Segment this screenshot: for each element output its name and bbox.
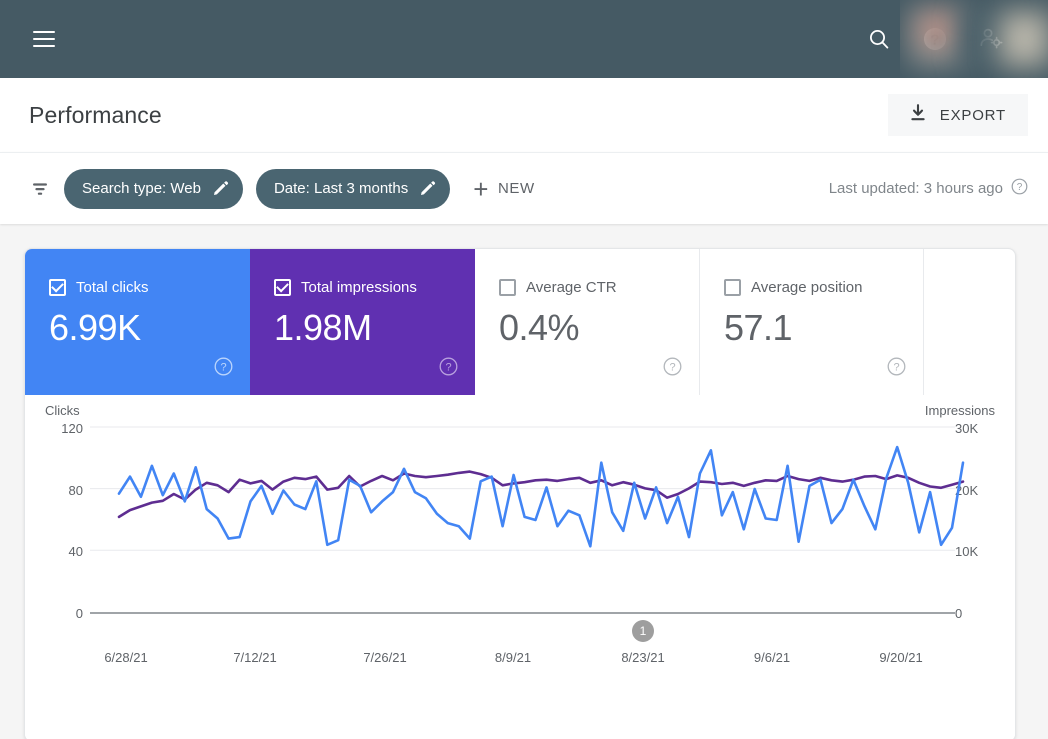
metric-head: Total impressions (274, 279, 475, 296)
metric-tile-average-ctr[interactable]: Average CTR 0.4% ? (475, 249, 700, 395)
chart-series-total-impressions (119, 472, 963, 517)
chart-x-label-5: 9/6/21 (754, 650, 790, 665)
metric-checkbox-average-ctr[interactable] (499, 279, 516, 296)
new-filter-label: NEW (498, 180, 535, 197)
filter-bar: Search type: Web Date: Last 3 months + N… (0, 152, 1048, 224)
svg-text:?: ? (220, 361, 226, 373)
metric-value: 6.99K (49, 307, 250, 349)
avatar[interactable] (900, 0, 1048, 78)
metric-tiles: Total clicks 6.99K ? Total impressions 1… (25, 249, 1015, 395)
page-header: Performance EXPORT (0, 78, 1048, 152)
chart-annotation-1[interactable]: 1 (632, 620, 654, 642)
chart-x-label-1: 7/12/21 (233, 650, 276, 665)
new-filter-button[interactable]: + NEW (473, 176, 535, 202)
metric-tile-total-impressions[interactable]: Total impressions 1.98M ? (250, 249, 475, 395)
chart-x-label-4: 8/23/21 (621, 650, 664, 665)
filter-chip-date[interactable]: Date: Last 3 months (256, 169, 450, 209)
help-circle-icon[interactable]: ? (887, 357, 906, 381)
last-updated: Last updated: 3 hours ago ? (829, 178, 1028, 199)
avatar-blur-region-1 (908, 6, 966, 68)
avatar-blur-region-3 (998, 8, 1048, 70)
filter-chip-search-type[interactable]: Search type: Web (64, 169, 243, 209)
svg-text:?: ? (893, 361, 899, 373)
download-icon (908, 103, 928, 127)
performance-card: Total clicks 6.99K ? Total impressions 1… (24, 248, 1016, 739)
pencil-icon[interactable] (212, 180, 229, 197)
metric-head: Average CTR (499, 279, 699, 296)
chart-x-label-2: 7/26/21 (363, 650, 406, 665)
svg-text:?: ? (669, 361, 675, 373)
metric-tile-empty (924, 249, 1015, 395)
chart-plot-area[interactable] (25, 395, 1016, 739)
svg-text:?: ? (1017, 182, 1023, 193)
metric-value: 57.1 (724, 307, 923, 349)
pencil-icon[interactable] (419, 180, 436, 197)
metric-head: Total clicks (49, 279, 250, 296)
metric-tile-total-clicks[interactable]: Total clicks 6.99K ? (25, 249, 250, 395)
export-button-label: EXPORT (940, 107, 1006, 124)
performance-chart: Clicks Impressions 120 80 40 0 30K 20K 1… (25, 395, 1015, 739)
metric-label: Total impressions (301, 279, 417, 296)
export-button[interactable]: EXPORT (888, 94, 1028, 136)
content-area: Total clicks 6.99K ? Total impressions 1… (0, 224, 1048, 739)
chart-x-label-3: 8/9/21 (495, 650, 531, 665)
metric-label: Total clicks (76, 279, 149, 296)
chart-x-label-6: 9/20/21 (879, 650, 922, 665)
help-circle-icon[interactable]: ? (1011, 178, 1028, 199)
metric-checkbox-average-position[interactable] (724, 279, 741, 296)
metric-tile-average-position[interactable]: Average position 57.1 ? (700, 249, 924, 395)
help-circle-icon[interactable]: ? (439, 357, 458, 381)
metric-checkbox-total-clicks[interactable] (49, 279, 66, 296)
help-circle-icon[interactable]: ? (663, 357, 682, 381)
metric-head: Average position (724, 279, 923, 296)
chart-x-label-0: 6/28/21 (104, 650, 147, 665)
plus-icon: + (473, 176, 489, 202)
last-updated-label: Last updated: 3 hours ago (829, 180, 1003, 197)
search-icon[interactable] (864, 24, 894, 54)
top-app-bar: ? (0, 0, 1048, 78)
filter-chip-search-type-label: Search type: Web (82, 180, 201, 197)
hamburger-menu-icon[interactable] (24, 19, 64, 59)
metric-value: 1.98M (274, 307, 475, 349)
page-title: Performance (29, 102, 162, 129)
metric-value: 0.4% (499, 307, 699, 349)
chart-series-total-clicks (119, 447, 963, 546)
chart-gridlines (90, 427, 955, 550)
help-circle-icon[interactable]: ? (214, 357, 233, 381)
metric-checkbox-total-impressions[interactable] (274, 279, 291, 296)
metric-label: Average CTR (526, 279, 617, 296)
filter-chip-date-label: Date: Last 3 months (274, 180, 408, 197)
filter-funnel-icon[interactable] (27, 176, 53, 202)
metric-label: Average position (751, 279, 862, 296)
svg-text:?: ? (445, 361, 451, 373)
